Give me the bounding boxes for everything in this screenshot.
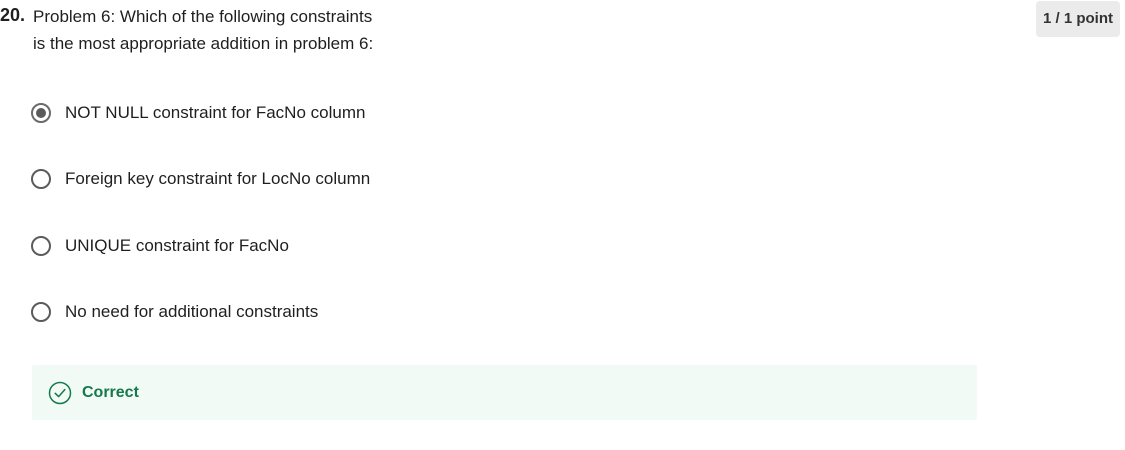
points-badge: 1 / 1 point — [1036, 1, 1120, 37]
question-text-line-1: Problem 6: Which of the following constr… — [33, 7, 373, 26]
question-number: 20. — [0, 5, 26, 25]
radio-button[interactable] — [31, 169, 51, 189]
option-label: Foreign key constraint for LocNo column — [65, 169, 371, 188]
question-text-line-2: is the most appropriate addition in prob… — [33, 34, 374, 53]
feedback-box: Correct — [32, 365, 977, 420]
option-unique[interactable]: UNIQUE constraint for FacNo — [31, 233, 289, 259]
option-label: UNIQUE constraint for FacNo — [65, 236, 289, 255]
feedback-label: Correct — [82, 383, 139, 401]
radio-button-selected[interactable] — [31, 103, 51, 123]
option-foreign-key[interactable]: Foreign key constraint for LocNo column — [31, 166, 370, 192]
check-circle-icon — [47, 380, 73, 406]
option-no-need[interactable]: No need for additional constraints — [31, 299, 318, 325]
option-not-null[interactable]: NOT NULL constraint for FacNo column — [31, 100, 365, 126]
option-label: NOT NULL constraint for FacNo column — [65, 103, 366, 122]
radio-button[interactable] — [31, 236, 51, 256]
option-label: No need for additional constraints — [65, 302, 319, 321]
question-text: Problem 6: Which of the following constr… — [33, 3, 433, 57]
radio-button[interactable] — [31, 302, 51, 322]
